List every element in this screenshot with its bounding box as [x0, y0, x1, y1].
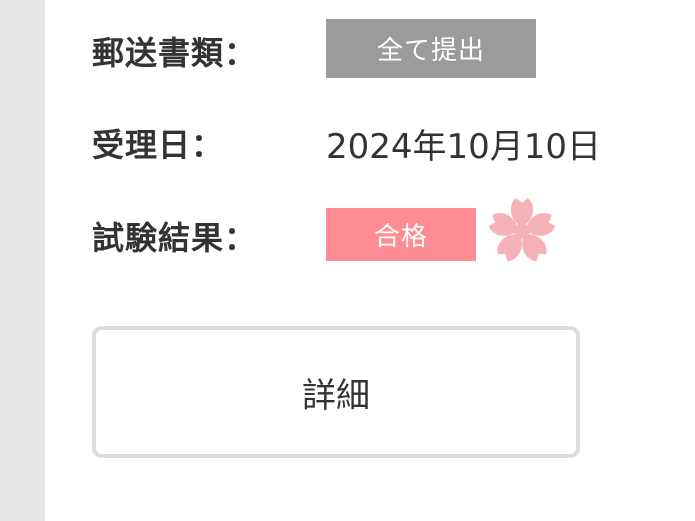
mail-documents-status-badge: 全て提出: [326, 19, 536, 78]
exam-result-status-badge: 合格: [326, 208, 476, 261]
mail-documents-label: 郵送書類：: [92, 34, 258, 72]
received-date-label: 受理日：: [92, 126, 225, 164]
application-status-panel: 郵送書類： 全て提出 受理日： 2024年10月10日 試験結果： 合格 詳細: [45, 0, 695, 521]
sidebar-strip: [0, 0, 45, 521]
detail-button[interactable]: 詳細: [92, 326, 580, 458]
received-date-value: 2024年10月10日: [326, 127, 602, 167]
sakura-center: [514, 223, 530, 239]
exam-result-label: 試験結果：: [92, 219, 258, 257]
sakura-icon: [488, 197, 556, 262]
